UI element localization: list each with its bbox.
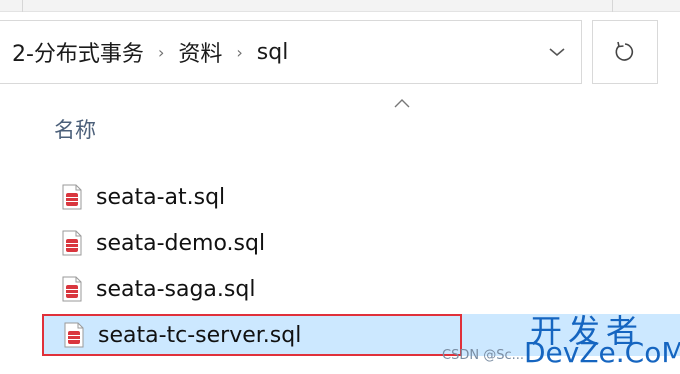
toolbar-divider: [22, 0, 23, 12]
breadcrumb-item-materials[interactable]: 资料: [176, 36, 224, 68]
column-header-name[interactable]: 名称: [54, 114, 96, 144]
file-row-seata-tc-server[interactable]: seata-tc-server.sql: [42, 314, 462, 356]
breadcrumb-item-sql[interactable]: sql: [255, 40, 291, 65]
breadcrumb: 2-分布式事务 › 资料 › sql: [10, 21, 290, 83]
sql-file-icon: [62, 276, 82, 302]
breadcrumb-item-root[interactable]: 2-分布式事务: [10, 36, 146, 68]
file-row-seata-at[interactable]: seata-at.sql: [42, 176, 680, 218]
refresh-button[interactable]: [592, 20, 658, 84]
file-row-seata-saga[interactable]: seata-saga.sql: [42, 268, 680, 310]
chevron-down-icon: [549, 48, 565, 57]
watermark-csdn: CSDN @Sc...: [442, 348, 524, 363]
sql-file-icon: [62, 230, 82, 256]
sql-file-icon: [62, 184, 82, 210]
toolbar-divider: [612, 0, 613, 12]
sort-ascending-icon[interactable]: [392, 96, 412, 110]
file-name: seata-demo.sql: [96, 230, 266, 256]
breadcrumb-separator-icon[interactable]: ›: [236, 43, 242, 62]
file-name: seata-at.sql: [96, 184, 226, 210]
address-bar[interactable]: 2-分布式事务 › 资料 › sql: [0, 20, 582, 84]
file-row-seata-demo[interactable]: seata-demo.sql: [42, 222, 680, 264]
breadcrumb-separator-icon[interactable]: ›: [158, 43, 164, 62]
top-toolbar-strip: [0, 0, 680, 12]
sql-file-icon: [64, 322, 84, 348]
address-history-dropdown[interactable]: [537, 21, 577, 83]
watermark: 开发者 DevZe.CoM CSDN @Sc...: [442, 306, 680, 374]
file-name: seata-saga.sql: [96, 276, 256, 302]
watermark-brand-en: DevZe.CoM: [524, 336, 680, 369]
refresh-icon: [615, 41, 634, 61]
file-name: seata-tc-server.sql: [98, 322, 302, 348]
